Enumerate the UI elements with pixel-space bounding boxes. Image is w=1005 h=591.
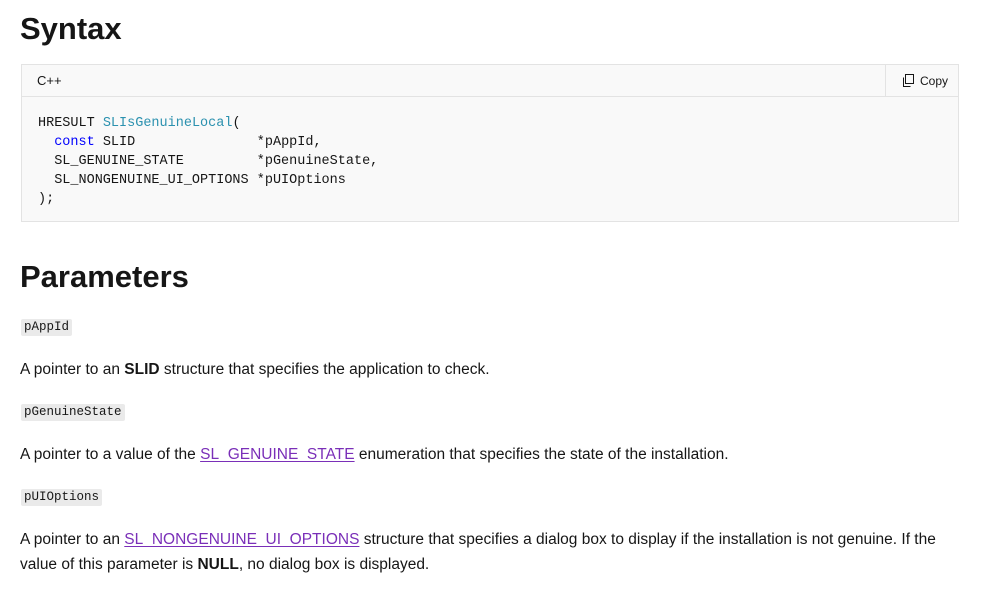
code-param2-name: *pGenuineState, xyxy=(256,154,379,169)
param-desc-puioptions: A pointer to an SL_NONGENUINE_UI_OPTIONS… xyxy=(20,531,936,573)
code-param3-type: SL_NONGENUINE_UI_OPTIONS xyxy=(54,173,249,188)
syntax-heading: Syntax xyxy=(20,11,122,46)
param-name-puioptions: pUIOptions xyxy=(21,489,103,506)
code-param3-name: *pUIOptions xyxy=(256,173,346,188)
code-header: C++ Copy xyxy=(22,65,958,97)
code-param2-type: SL_GENUINE_STATE xyxy=(54,154,184,169)
param-desc-pappid: A pointer to an SLID structure that spec… xyxy=(20,361,490,378)
code-return-type: HRESULT xyxy=(38,116,95,131)
sl-genuine-state-link[interactable]: SL_GENUINE_STATE xyxy=(200,446,354,463)
parameters-heading: Parameters xyxy=(20,259,189,294)
code-block: C++ Copy HRESULT SLIsGenuineLocal( const… xyxy=(21,64,959,222)
code-content: HRESULT SLIsGenuineLocal( const SLID *pA… xyxy=(22,97,958,209)
code-close: ); xyxy=(38,192,55,207)
sl-nongenuine-ui-options-link[interactable]: SL_NONGENUINE_UI_OPTIONS xyxy=(124,531,359,548)
copy-label: Copy xyxy=(919,73,948,88)
param-desc-pgenuinestate: A pointer to a value of the SL_GENUINE_S… xyxy=(20,446,729,463)
param-name-pappid: pAppId xyxy=(21,319,73,336)
null-bold: NULL xyxy=(197,556,239,573)
code-function-name: SLIsGenuineLocal xyxy=(102,116,233,131)
slid-bold: SLID xyxy=(124,361,160,378)
code-param1-type: SLID xyxy=(102,135,136,150)
copy-icon xyxy=(902,74,915,87)
code-language-label: C++ xyxy=(37,73,62,88)
code-open-paren: ( xyxy=(232,116,241,131)
param-name-pgenuinestate: pGenuineState xyxy=(21,404,125,421)
copy-button[interactable]: Copy xyxy=(884,65,958,96)
code-param1-name: *pAppId, xyxy=(256,135,322,150)
code-keyword-const: const xyxy=(54,135,95,150)
